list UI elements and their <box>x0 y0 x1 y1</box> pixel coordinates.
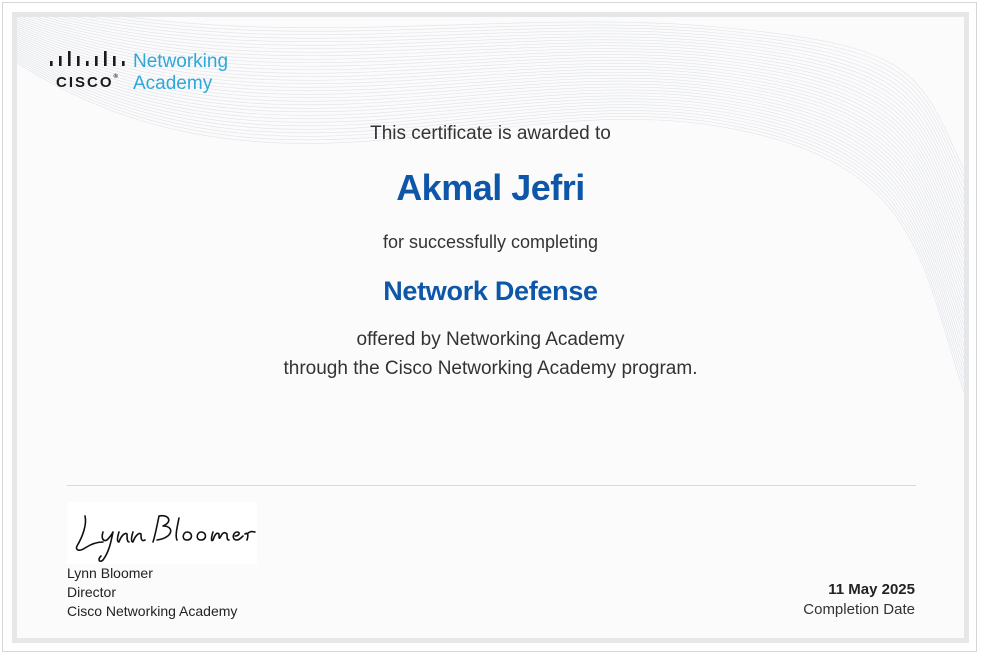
logo-program-line-1: Networking <box>133 51 229 72</box>
cisco-bridge-icon <box>50 51 125 66</box>
signature-image <box>67 502 257 564</box>
signature-divider <box>67 485 916 486</box>
signer-title: Director <box>67 584 117 600</box>
wave-line <box>17 46 964 340</box>
cisco-networking-academy-logo: CISCO® Networking Academy <box>50 50 250 94</box>
completion-date: 11 May 2025 <box>828 581 915 598</box>
logo-program-line-2: Academy <box>133 73 213 94</box>
signer-name: Lynn Bloomer <box>67 565 153 581</box>
course-name: Network Defense <box>383 276 598 306</box>
completion-date-block: 11 May 2025 Completion Date <box>803 580 915 620</box>
completion-date-label: Completion Date <box>803 601 915 618</box>
handwritten-signature <box>75 514 256 562</box>
recipient-name: Akmal Jefri <box>396 167 585 208</box>
signer-block: Lynn Bloomer Director Cisco Networking A… <box>67 564 237 621</box>
certificate: CISCO® Networking Academy This certifica… <box>0 0 981 656</box>
networking-academy-wordmark: Networking Academy <box>133 51 228 95</box>
signer-organization: Cisco Networking Academy <box>67 603 238 619</box>
cisco-wordmark: CISCO® <box>56 74 118 91</box>
awarded-to-text: This certificate is awarded to <box>370 123 611 144</box>
program-text: through the Cisco Networking Academy pro… <box>283 358 698 379</box>
offered-by-text: offered by Networking Academy <box>356 329 625 350</box>
completing-text: for successfully completing <box>382 232 599 252</box>
